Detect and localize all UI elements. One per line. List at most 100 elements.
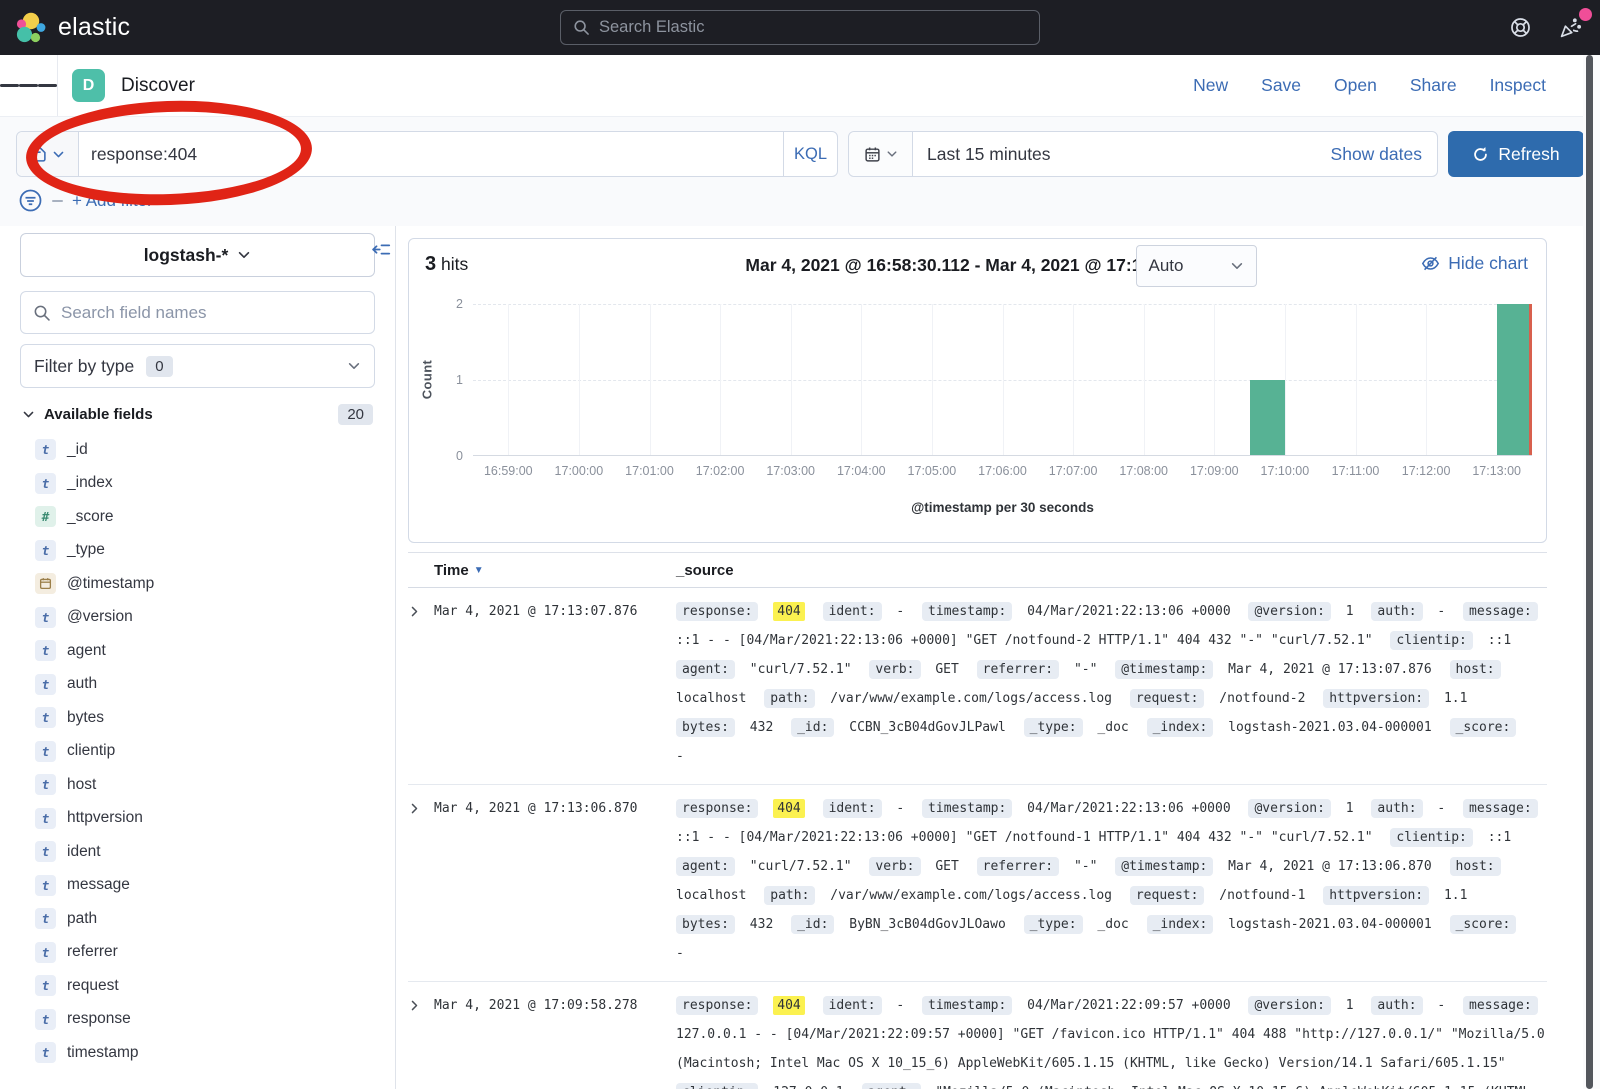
- field-value: "curl/7.52.1": [750, 859, 852, 874]
- table-header: Time ▼ _source: [408, 552, 1547, 588]
- elastic-logo[interactable]: elastic: [0, 11, 130, 45]
- time-column-header[interactable]: Time ▼: [434, 562, 676, 579]
- field-item-path[interactable]: tpath: [20, 902, 375, 936]
- show-dates-link[interactable]: Show dates: [1331, 144, 1437, 165]
- whats-new-icon[interactable]: [1558, 16, 1582, 40]
- time-range-value[interactable]: Last 15 minutes: [913, 144, 1051, 165]
- field-chip: _id:: [791, 915, 834, 934]
- table-row: Mar 4, 2021 @ 17:13:07.876response: 404 …: [408, 588, 1547, 785]
- filter-icon[interactable]: [18, 188, 43, 213]
- expand-row-icon[interactable]: [408, 597, 434, 771]
- menu-icon[interactable]: [0, 55, 58, 116]
- global-search-box[interactable]: [560, 10, 1040, 45]
- field-list: t_idt_index#_scoret_type@timestampt@vers…: [20, 433, 375, 1070]
- scrollbar-thumb[interactable]: [1586, 55, 1593, 1089]
- field-item-timestamp[interactable]: ttimestamp: [20, 1036, 375, 1070]
- field-chip: clientip:: [676, 1083, 758, 1089]
- y-axis: 012: [437, 304, 463, 456]
- field-value: logstash-2021.03.04-000001: [1228, 720, 1432, 735]
- refresh-button[interactable]: Refresh: [1448, 131, 1584, 177]
- field-item-message[interactable]: tmessage: [20, 869, 375, 903]
- string-type-icon: t: [35, 908, 56, 929]
- field-chip: agent:: [676, 857, 735, 876]
- chart-plot[interactable]: [473, 304, 1532, 456]
- x-axis: 16:59:0017:00:0017:01:0017:02:0017:03:00…: [473, 464, 1532, 480]
- field-item-@timestamp[interactable]: @timestamp: [20, 567, 375, 601]
- field-item-response[interactable]: tresponse: [20, 1003, 375, 1037]
- field-item-agent[interactable]: tagent: [20, 634, 375, 668]
- field-chip: _index:: [1147, 718, 1214, 737]
- field-item-_index[interactable]: t_index: [20, 467, 375, 501]
- action-share[interactable]: Share: [1410, 75, 1457, 96]
- field-chip: ident:: [823, 799, 882, 818]
- field-value: -: [676, 946, 684, 961]
- chevron-down-icon: [237, 248, 251, 262]
- field-chip: timestamp:: [922, 996, 1012, 1015]
- x-tick-label: 17:12:00: [1402, 464, 1451, 478]
- field-value: -: [676, 749, 684, 764]
- field-value: ::1 - - [04/Mar/2021:22:13:06 +0000] "GE…: [676, 830, 1373, 845]
- action-save[interactable]: Save: [1261, 75, 1301, 96]
- query-language-button[interactable]: KQL: [783, 132, 837, 176]
- field-value: ::1 - - [04/Mar/2021:22:13:06 +0000] "GE…: [676, 633, 1373, 648]
- y-axis-title: Count: [419, 360, 434, 400]
- field-chip: message:: [1463, 996, 1538, 1015]
- help-icon[interactable]: [1509, 16, 1532, 39]
- histogram-bar[interactable]: [1250, 380, 1285, 456]
- global-search-input[interactable]: [599, 18, 1027, 37]
- field-item-bytes[interactable]: tbytes: [20, 701, 375, 735]
- field-value: "-": [1074, 859, 1097, 874]
- action-new[interactable]: New: [1193, 75, 1228, 96]
- x-tick-label: 17:05:00: [908, 464, 957, 478]
- histogram-bar[interactable]: [1497, 304, 1532, 455]
- field-item-_score[interactable]: #_score: [20, 500, 375, 534]
- field-search-box[interactable]: [20, 291, 375, 334]
- action-inspect[interactable]: Inspect: [1490, 75, 1546, 96]
- field-label: auth: [67, 675, 97, 693]
- field-item-request[interactable]: trequest: [20, 969, 375, 1003]
- field-item-ident[interactable]: tident: [20, 835, 375, 869]
- quick-select-button[interactable]: [849, 132, 913, 176]
- field-chip: referrer:: [977, 857, 1059, 876]
- add-filter-link[interactable]: + Add filter: [72, 191, 153, 211]
- type-filter-count-badge: 0: [146, 356, 172, 377]
- date-type-icon: [35, 573, 56, 594]
- action-open[interactable]: Open: [1334, 75, 1377, 96]
- field-value: 127.0.0.1: [773, 1085, 843, 1089]
- field-chip: _index:: [1147, 915, 1214, 934]
- field-search-input[interactable]: [61, 303, 362, 323]
- field-chip: request:: [1130, 886, 1205, 905]
- saved-query-menu-button[interactable]: [17, 132, 79, 176]
- chart-time-range: Mar 4, 2021 @ 16:58:30.112 - Mar 4, 2021…: [409, 255, 1546, 276]
- interval-select[interactable]: Auto: [1136, 245, 1257, 287]
- field-value: /notfound-1: [1219, 888, 1305, 903]
- field-chip: @timestamp:: [1115, 660, 1213, 679]
- available-fields-count-badge: 20: [338, 404, 373, 425]
- row-source: response: 404 ident: - timestamp: 04/Mar…: [676, 991, 1547, 1089]
- field-chip: bytes:: [676, 915, 735, 934]
- field-item-auth[interactable]: tauth: [20, 668, 375, 702]
- field-item-host[interactable]: thost: [20, 768, 375, 802]
- field-item-_type[interactable]: t_type: [20, 534, 375, 568]
- expand-row-icon[interactable]: [408, 991, 434, 1089]
- chevron-down-icon: [52, 148, 65, 161]
- chevron-down-icon: [1230, 259, 1244, 273]
- field-item-_id[interactable]: t_id: [20, 433, 375, 467]
- collapse-sidebar-icon[interactable]: [372, 240, 391, 259]
- query-input[interactable]: [79, 132, 783, 176]
- string-type-icon: t: [35, 1042, 56, 1063]
- string-type-icon: t: [35, 774, 56, 795]
- field-item-httpversion[interactable]: thttpversion: [20, 802, 375, 836]
- index-pattern-select[interactable]: logstash-*: [20, 233, 375, 277]
- field-value: 1.1: [1444, 691, 1467, 706]
- filter-by-type-select[interactable]: Filter by type 0: [20, 344, 375, 388]
- hide-chart-link[interactable]: Hide chart: [1421, 253, 1528, 274]
- available-fields-toggle[interactable]: Available fields 20: [20, 404, 375, 425]
- expand-row-icon[interactable]: [408, 794, 434, 968]
- calendar-icon: [864, 146, 881, 163]
- field-item-@version[interactable]: t@version: [20, 601, 375, 635]
- field-item-referrer[interactable]: treferrer: [20, 936, 375, 970]
- field-item-clientip[interactable]: tclientip: [20, 735, 375, 769]
- field-chip: response:: [676, 602, 758, 621]
- field-value: 432: [750, 917, 773, 932]
